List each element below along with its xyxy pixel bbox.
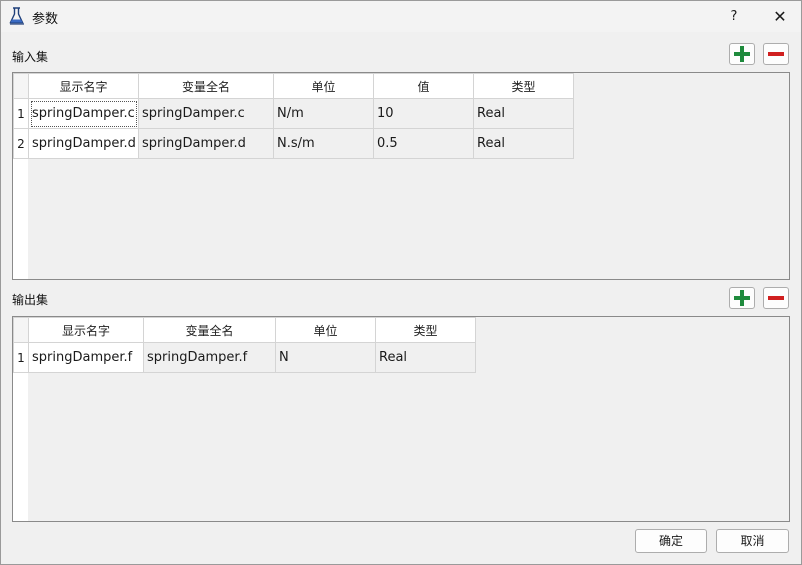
- col-header-value[interactable]: 值: [373, 73, 474, 99]
- row-number[interactable]: 2: [13, 128, 29, 159]
- cell-type[interactable]: Real: [473, 98, 574, 129]
- col-header-type[interactable]: 类型: [473, 73, 574, 99]
- cell-display-name[interactable]: springDamper.f: [28, 342, 144, 373]
- minus-icon: [768, 52, 784, 56]
- title-bar: 参数 ? ✕: [1, 1, 801, 32]
- parameters-dialog: 参数 ? ✕ 输入集 显示名字 变量全名 单位 值 类型 1 springDam…: [0, 0, 802, 565]
- cell-unit[interactable]: N.s/m: [273, 128, 374, 159]
- cell-value[interactable]: 0.5: [373, 128, 474, 159]
- flask-icon: [9, 7, 25, 25]
- input-grid: 显示名字 变量全名 单位 值 类型 1 springDamper.c sprin…: [13, 73, 574, 159]
- cell-type[interactable]: Real: [375, 342, 476, 373]
- col-header-type[interactable]: 类型: [375, 317, 476, 343]
- output-set-table: 显示名字 变量全名 单位 类型 1 springDamper.f springD…: [12, 316, 790, 522]
- cell-unit[interactable]: N/m: [273, 98, 374, 129]
- cancel-button[interactable]: 取消: [716, 529, 789, 553]
- col-header-full-name[interactable]: 变量全名: [143, 317, 276, 343]
- cell-full-name[interactable]: springDamper.f: [143, 342, 276, 373]
- cell-display-name[interactable]: springDamper.d: [28, 128, 139, 159]
- header-row: 显示名字 变量全名 单位 类型: [13, 317, 476, 343]
- input-set-label: 输入集: [12, 50, 49, 64]
- row-number[interactable]: 1: [13, 342, 29, 373]
- plus-icon: [734, 46, 750, 62]
- cell-type[interactable]: Real: [473, 128, 574, 159]
- ok-button[interactable]: 确定: [635, 529, 707, 553]
- col-header-full-name[interactable]: 变量全名: [138, 73, 274, 99]
- input-remove-button[interactable]: [763, 43, 789, 65]
- output-add-button[interactable]: [729, 287, 755, 309]
- cell-value[interactable]: 10: [373, 98, 474, 129]
- window-title: 参数: [32, 12, 59, 27]
- output-remove-button[interactable]: [763, 287, 789, 309]
- plus-icon: [734, 290, 750, 306]
- cell-unit[interactable]: N: [275, 342, 376, 373]
- header-row: 显示名字 变量全名 单位 值 类型: [13, 73, 574, 99]
- cell-display-name[interactable]: springDamper.c: [28, 98, 139, 129]
- col-header-display-name[interactable]: 显示名字: [28, 73, 139, 99]
- table-row: 2 springDamper.d springDamper.d N.s/m 0.…: [13, 128, 574, 159]
- row-number[interactable]: 1: [13, 98, 29, 129]
- input-set-table: 显示名字 变量全名 单位 值 类型 1 springDamper.c sprin…: [12, 72, 790, 280]
- corner-cell[interactable]: [13, 73, 29, 99]
- col-header-unit[interactable]: 单位: [273, 73, 374, 99]
- col-header-unit[interactable]: 单位: [275, 317, 376, 343]
- cell-full-name[interactable]: springDamper.d: [138, 128, 274, 159]
- cell-full-name[interactable]: springDamper.c: [138, 98, 274, 129]
- output-set-label: 输出集: [12, 293, 49, 307]
- help-button[interactable]: ?: [717, 1, 751, 32]
- input-add-button[interactable]: [729, 43, 755, 65]
- col-header-display-name[interactable]: 显示名字: [28, 317, 144, 343]
- close-button[interactable]: ✕: [761, 1, 799, 32]
- table-row: 1 springDamper.f springDamper.f N Real: [13, 342, 476, 373]
- table-row: 1 springDamper.c springDamper.c N/m 10 R…: [13, 98, 574, 129]
- output-grid: 显示名字 变量全名 单位 类型 1 springDamper.f springD…: [13, 317, 476, 373]
- corner-cell[interactable]: [13, 317, 29, 343]
- minus-icon: [768, 296, 784, 300]
